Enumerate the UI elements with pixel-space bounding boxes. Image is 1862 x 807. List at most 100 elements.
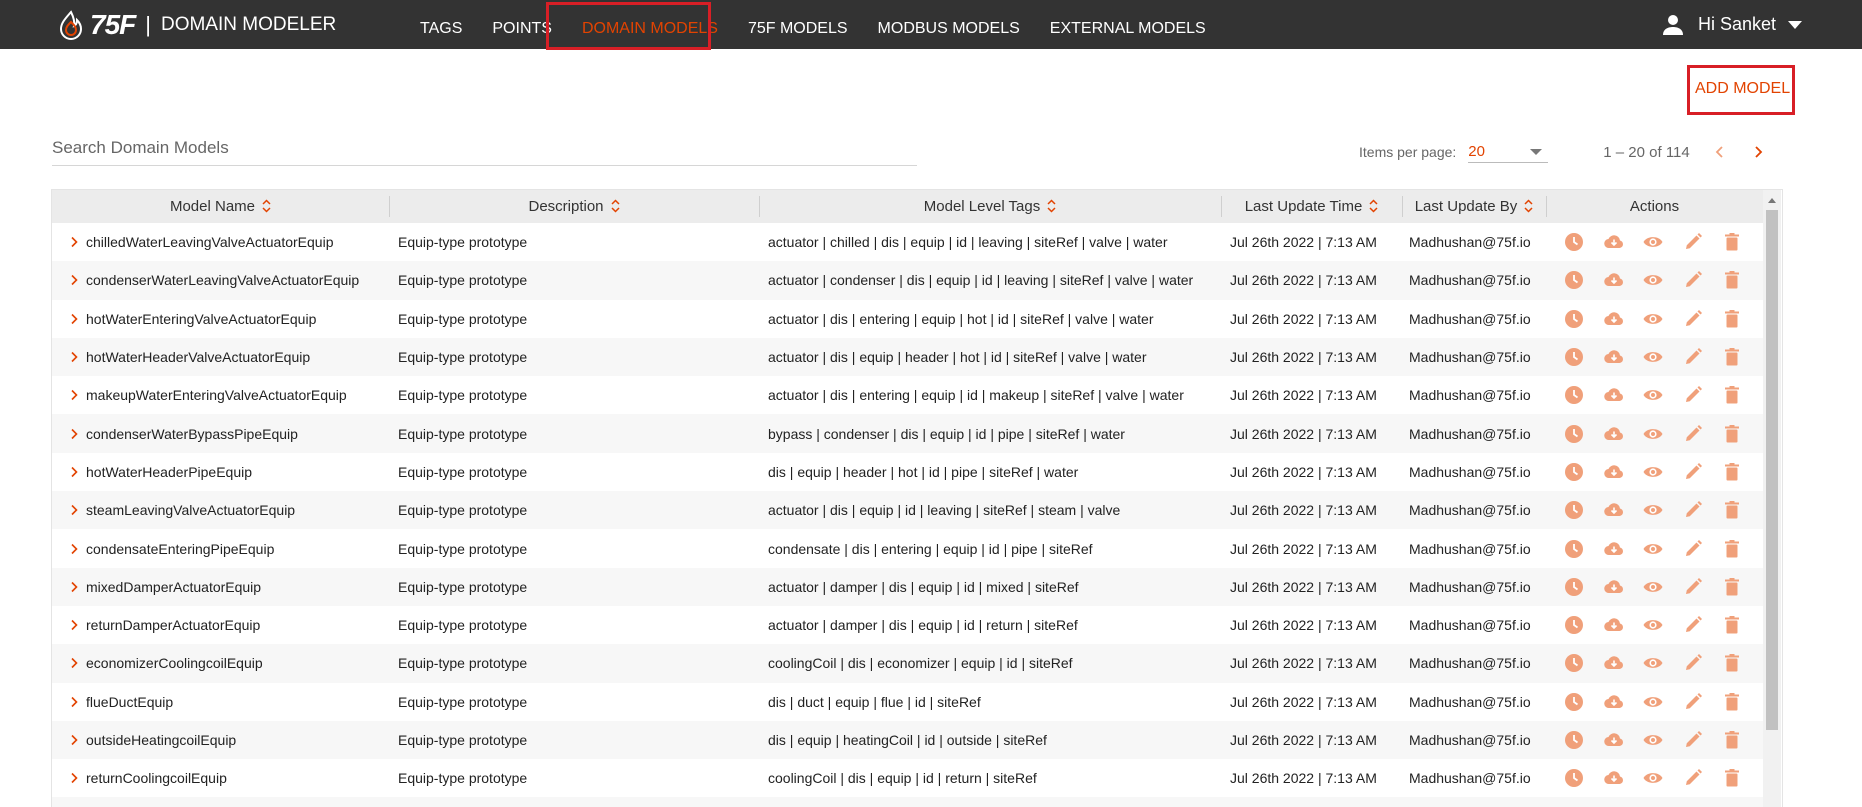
model-name-cell[interactable]: economizerCoolingcoilEquip [52,655,389,671]
history-icon[interactable] [1563,269,1585,291]
cloud-download-icon[interactable] [1603,269,1625,291]
pencil-icon[interactable] [1682,461,1704,483]
chevron-right-icon[interactable] [70,734,78,746]
nav-tab-modbus-models[interactable]: MODBUS MODELS [863,0,1035,49]
model-name-cell[interactable]: steamLeavingValveActuatorEquip [52,502,389,518]
eye-icon[interactable] [1642,767,1664,789]
pencil-icon[interactable] [1682,231,1704,253]
vertical-scrollbar[interactable] [1763,190,1781,807]
chevron-right-icon[interactable] [70,504,78,516]
eye-icon[interactable] [1642,691,1664,713]
column-header-description[interactable]: Description [389,190,759,223]
trash-icon[interactable] [1721,538,1743,560]
chevron-right-icon[interactable] [70,619,78,631]
trash-icon[interactable] [1721,652,1743,674]
pencil-icon[interactable] [1682,384,1704,406]
table-row[interactable]: makeupWaterEnteringValveActuatorEquip Equ… [52,376,1763,414]
table-row[interactable]: flueDuctEquip Equip-type prototype dis | d… [52,683,1763,721]
model-name-cell[interactable]: returnDamperActuatorEquip [52,617,389,633]
model-name-cell[interactable]: returnCoolingcoilEquip [52,770,389,786]
chevron-right-icon[interactable] [70,351,78,363]
pencil-icon[interactable] [1682,538,1704,560]
history-icon[interactable] [1563,231,1585,253]
history-icon[interactable] [1563,423,1585,445]
model-name-cell[interactable]: hotWaterHeaderValveActuatorEquip [52,349,389,365]
scroll-up-arrow-icon[interactable] [1768,198,1776,203]
table-row[interactable]: returnDamperActuatorEquip Equip-type prot… [52,606,1763,644]
cloud-download-icon[interactable] [1603,308,1625,330]
cloud-download-icon[interactable] [1603,384,1625,406]
history-icon[interactable] [1563,384,1585,406]
history-icon[interactable] [1563,346,1585,368]
nav-tab-external-models[interactable]: EXTERNAL MODELS [1035,0,1221,49]
add-model-button[interactable]: ADD MODEL [1695,80,1790,98]
eye-icon[interactable] [1642,614,1664,636]
nav-tab-tags[interactable]: TAGS [405,0,477,49]
column-header-model-level-tags[interactable]: Model Level Tags [759,190,1221,223]
table-row[interactable]: chilledWaterLeavingValveActuatorEquip Equ… [52,223,1763,261]
model-name-cell[interactable]: condensateEnteringPipeEquip [52,541,389,557]
trash-icon[interactable] [1721,614,1743,636]
trash-icon[interactable] [1721,499,1743,521]
trash-icon[interactable] [1721,269,1743,291]
pencil-icon[interactable] [1682,346,1704,368]
model-name-cell[interactable]: condenserWaterBypassPipeEquip [52,426,389,442]
history-icon[interactable] [1563,691,1585,713]
chevron-right-icon[interactable] [70,466,78,478]
trash-icon[interactable] [1721,231,1743,253]
eye-icon[interactable] [1642,231,1664,253]
cloud-download-icon[interactable] [1603,231,1625,253]
items-per-page-select[interactable]: 20 [1468,142,1549,163]
eye-icon[interactable] [1642,538,1664,560]
trash-icon[interactable] [1721,729,1743,751]
chevron-right-icon[interactable] [70,581,78,593]
cloud-download-icon[interactable] [1603,614,1625,636]
table-row[interactable]: condensateEnteringPipeEquip Equip-type pr… [52,529,1763,567]
pencil-icon[interactable] [1682,767,1704,789]
model-name-cell[interactable]: makeupWaterEnteringValveActuatorEquip [52,387,389,403]
eye-icon[interactable] [1642,461,1664,483]
chevron-right-icon[interactable] [70,428,78,440]
table-row[interactable]: condenserWaterLeavingValveActuatorEquip E… [52,261,1763,300]
history-icon[interactable] [1563,576,1585,598]
history-icon[interactable] [1563,461,1585,483]
model-name-cell[interactable]: outsideHeatingcoilEquip [52,732,389,748]
history-icon[interactable] [1563,767,1585,789]
previous-page-button[interactable] [1712,144,1728,160]
table-row[interactable]: economizerCoolingcoilEquip Equip-type pro… [52,644,1763,683]
user-menu[interactable]: Hi Sanket [1662,0,1802,49]
pencil-icon[interactable] [1682,269,1704,291]
chevron-right-icon[interactable] [70,389,78,401]
nav-tab-75f-models[interactable]: 75F MODELS [733,0,863,49]
trash-icon[interactable] [1721,461,1743,483]
cloud-download-icon[interactable] [1603,729,1625,751]
pencil-icon[interactable] [1682,729,1704,751]
cloud-download-icon[interactable] [1603,652,1625,674]
cloud-download-icon[interactable] [1603,423,1625,445]
trash-icon[interactable] [1721,767,1743,789]
column-header-model-name[interactable]: Model Name [52,190,389,223]
eye-icon[interactable] [1642,384,1664,406]
next-page-button[interactable] [1750,144,1766,160]
trash-icon[interactable] [1721,308,1743,330]
cloud-download-icon[interactable] [1603,538,1625,560]
pencil-icon[interactable] [1682,499,1704,521]
model-name-cell[interactable]: hotWaterHeaderPipeEquip [52,464,389,480]
cloud-download-icon[interactable] [1603,576,1625,598]
model-name-cell[interactable]: mixedDamperActuatorEquip [52,579,389,595]
history-icon[interactable] [1563,538,1585,560]
scrollbar-thumb[interactable] [1766,210,1778,730]
chevron-right-icon[interactable] [70,543,78,555]
eye-icon[interactable] [1642,652,1664,674]
history-icon[interactable] [1563,499,1585,521]
model-name-cell[interactable]: chilledWaterLeavingValveActuatorEquip [52,234,389,250]
table-row[interactable]: hotWaterEnteringValveActuatorEquip Equip-… [52,300,1763,338]
chevron-right-icon[interactable] [70,772,78,784]
pencil-icon[interactable] [1682,576,1704,598]
chevron-right-icon[interactable] [70,313,78,325]
trash-icon[interactable] [1721,346,1743,368]
history-icon[interactable] [1563,308,1585,330]
table-row[interactable]: steamLeavingValveActuatorEquip Equip-type… [52,491,1763,530]
eye-icon[interactable] [1642,346,1664,368]
cloud-download-icon[interactable] [1603,461,1625,483]
